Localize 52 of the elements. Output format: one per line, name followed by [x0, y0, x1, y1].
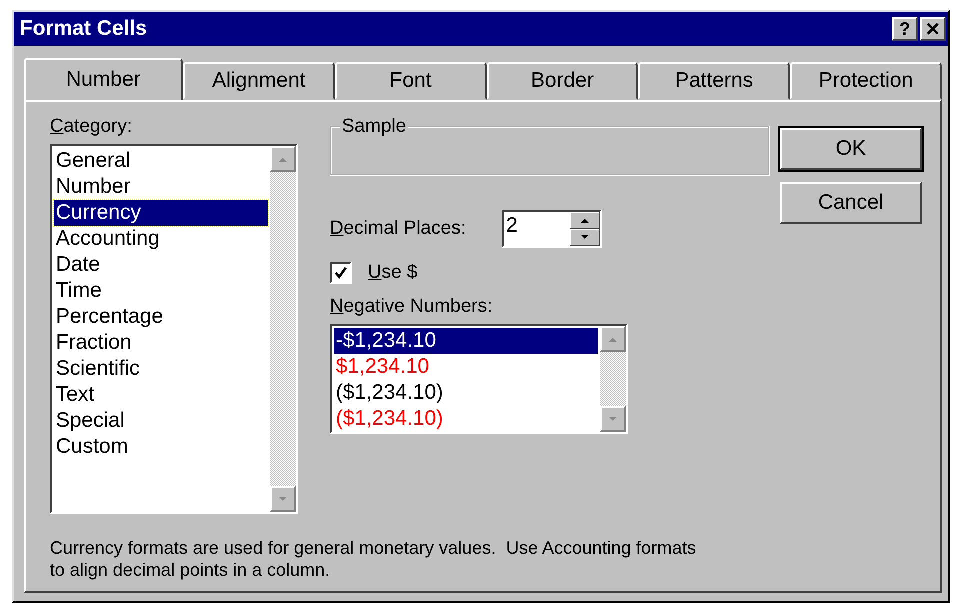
scroll-down-button[interactable] — [270, 486, 296, 512]
tab[interactable]: Alignment — [183, 62, 335, 100]
description-text: Currency formats are used for general monetary values. Use Accounting formats to align decimal points in a column. — [50, 537, 698, 581]
negative-numbers-label: Negative Numbers: — [330, 296, 494, 318]
tab[interactable]: Border — [486, 62, 638, 100]
down-arrow-icon — [279, 496, 287, 502]
up-arrow-icon — [581, 218, 590, 223]
negative-format-item[interactable]: ($1,234.10) — [334, 380, 598, 406]
window-title: Format Cells — [20, 17, 148, 41]
category-item[interactable]: Scientific — [54, 356, 268, 382]
category-item[interactable]: Time — [54, 278, 268, 304]
category-item[interactable]: Special — [54, 408, 268, 434]
category-item[interactable]: Accounting — [54, 226, 268, 252]
dialog-button[interactable]: Cancel — [780, 182, 922, 224]
category-item[interactable]: Fraction — [54, 330, 268, 356]
sample-label: Sample — [341, 116, 408, 138]
negative-format-item[interactable]: ($1,234.10) — [334, 406, 598, 432]
spin-up-button[interactable] — [570, 212, 600, 229]
negative-format-item[interactable]: -$1,234.10 — [334, 328, 598, 354]
checkmark-icon — [334, 266, 348, 280]
checkbox[interactable] — [330, 262, 352, 284]
category-item[interactable]: Text — [54, 382, 268, 408]
negative-format-item[interactable]: $1,234.10 — [334, 354, 598, 380]
category-item[interactable]: Custom — [54, 434, 268, 460]
scroll-up-button[interactable] — [600, 326, 626, 352]
category-item[interactable]: Currency — [54, 200, 268, 226]
scrollbar[interactable] — [600, 326, 626, 432]
checkbox-label[interactable]: Use $ — [368, 262, 418, 284]
up-arrow-icon — [279, 156, 287, 162]
category-item[interactable]: Percentage — [54, 304, 268, 330]
up-arrow-icon — [609, 336, 617, 342]
category-label: Category: — [50, 116, 134, 138]
decimal-places-label: Decimal Places: — [330, 218, 466, 240]
tab[interactable]: Number — [24, 58, 184, 100]
tab[interactable]: Protection — [790, 62, 942, 100]
decimal-places-value: 2 — [505, 213, 519, 239]
dialog-button[interactable]: OK — [780, 128, 922, 170]
category-item[interactable]: General — [54, 148, 268, 174]
category-item[interactable]: Date — [54, 252, 268, 278]
help-button[interactable]: ? — [892, 17, 918, 41]
scrollbar[interactable] — [270, 146, 296, 512]
scroll-down-button[interactable] — [600, 406, 626, 432]
tab[interactable]: Font — [334, 62, 487, 100]
spin-down-button[interactable] — [570, 229, 600, 246]
down-arrow-icon — [609, 416, 617, 422]
decimal-places-spinner[interactable]: 2 — [502, 210, 602, 248]
category-item[interactable]: Number — [54, 174, 268, 200]
down-arrow-icon — [581, 235, 590, 240]
close-icon — [926, 22, 940, 36]
tab[interactable]: Patterns — [638, 62, 790, 100]
close-button[interactable] — [920, 17, 946, 41]
scroll-up-button[interactable] — [270, 146, 296, 172]
